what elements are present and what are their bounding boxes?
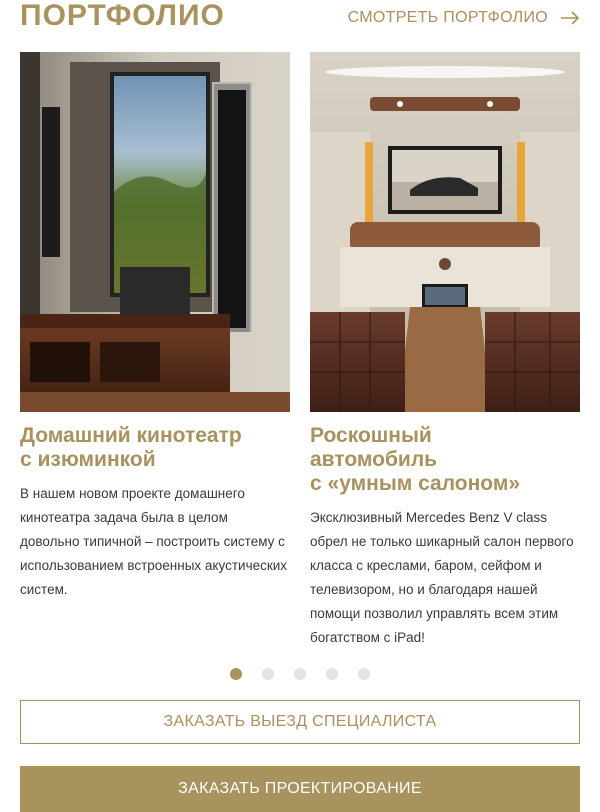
card-description: В нашем новом проекте домашнего кинотеат…: [20, 486, 288, 597]
pagination-dot[interactable]: [358, 668, 370, 680]
card-title-line: с изюминкой: [20, 448, 156, 471]
order-specialist-visit-button[interactable]: ЗАКАЗАТЬ ВЫЕЗД СПЕЦИАЛИСТА: [20, 700, 580, 744]
card-title-line: с «умным салоном»: [310, 472, 521, 495]
carousel-pagination: [0, 668, 600, 680]
portfolio-header: ПОРТФОЛИО СМОТРЕТЬ ПОРТФОЛИО: [20, 0, 580, 36]
view-portfolio-link[interactable]: СМОТРЕТЬ ПОРТФОЛИО: [348, 8, 580, 28]
portfolio-card-home-theater[interactable]: Домашний кинотеатр с изюминкой В нашем н…: [20, 52, 290, 602]
order-design-button[interactable]: ЗАКАЗАТЬ ПРОЕКТИРОВАНИЕ: [20, 766, 580, 812]
pagination-dot[interactable]: [326, 668, 338, 680]
card-description: Эксклюзивный Mercedes Benz V class обрел…: [310, 510, 574, 645]
home-theater-image[interactable]: [20, 52, 290, 412]
pagination-dot[interactable]: [262, 668, 274, 680]
arrow-right-icon: [561, 11, 580, 25]
view-portfolio-label: СМОТРЕТЬ ПОРТФОЛИО: [347, 9, 548, 26]
card-title-line: Роскошный: [310, 424, 432, 447]
card-title-line: автомобиль: [310, 448, 438, 471]
luxury-car-image[interactable]: [310, 52, 580, 412]
card-title-line: Домашний кинотеатр: [20, 424, 242, 447]
pagination-dot[interactable]: [294, 668, 306, 680]
card-title[interactable]: Роскошный автомобиль с «умным салоном»: [310, 424, 580, 496]
card-title[interactable]: Домашний кинотеатр с изюминкой: [20, 424, 290, 472]
section-title: ПОРТФОЛИО: [20, 0, 225, 32]
portfolio-card-luxury-car[interactable]: Роскошный автомобиль с «умным салоном» Э…: [310, 52, 580, 650]
pagination-dot[interactable]: [230, 668, 242, 680]
